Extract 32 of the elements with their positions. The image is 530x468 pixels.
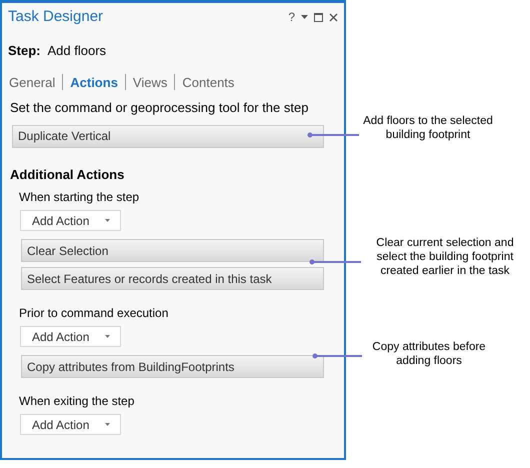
tab[interactable]: General	[9, 72, 56, 92]
callout-text: Clear current selection and select the building footprint created earlier in the task	[375, 236, 515, 278]
step-label: Step:	[8, 42, 40, 60]
add-action-dropdown[interactable]: Add Action	[20, 414, 121, 435]
action-item[interactable]: Select Features or records created in this task	[21, 267, 324, 290]
callout-text: Add floors to the selected building footprint	[362, 114, 494, 142]
caret-icon	[105, 219, 110, 222]
tab[interactable]: Actions	[70, 72, 118, 92]
action-item[interactable]: Clear Selection	[21, 239, 324, 262]
group-label: Prior to command execution	[18, 305, 170, 322]
caret-icon	[105, 423, 110, 426]
group-label: When starting the step	[18, 189, 140, 206]
panel-title: Task Designer	[8, 6, 104, 27]
caret-icon	[105, 335, 110, 338]
close-icon[interactable]	[329, 12, 338, 22]
maximize-icon[interactable]	[314, 12, 323, 22]
callout-text: Copy attributes before adding floors	[371, 340, 487, 368]
leader-line	[309, 259, 361, 265]
section-heading: Set the command or geoprocessing tool for the step	[9, 99, 310, 117]
tab[interactable]: Contents	[182, 72, 234, 92]
tab[interactable]: Views	[132, 72, 168, 92]
help-button[interactable]: ?	[288, 8, 295, 26]
leader-line	[312, 353, 362, 359]
group-label: When exiting the step	[18, 393, 136, 410]
add-action-dropdown[interactable]: Add Action	[20, 326, 121, 347]
leader-line	[307, 132, 359, 138]
section-heading: Additional Actions	[9, 166, 126, 184]
command-field[interactable]: Duplicate Vertical	[12, 124, 324, 148]
step-name: Add floors	[48, 42, 106, 60]
dropdown-icon[interactable]	[301, 15, 308, 19]
action-item[interactable]: Copy attributes from BuildingFootprints	[21, 355, 324, 378]
add-action-dropdown[interactable]: Add Action	[20, 210, 121, 231]
